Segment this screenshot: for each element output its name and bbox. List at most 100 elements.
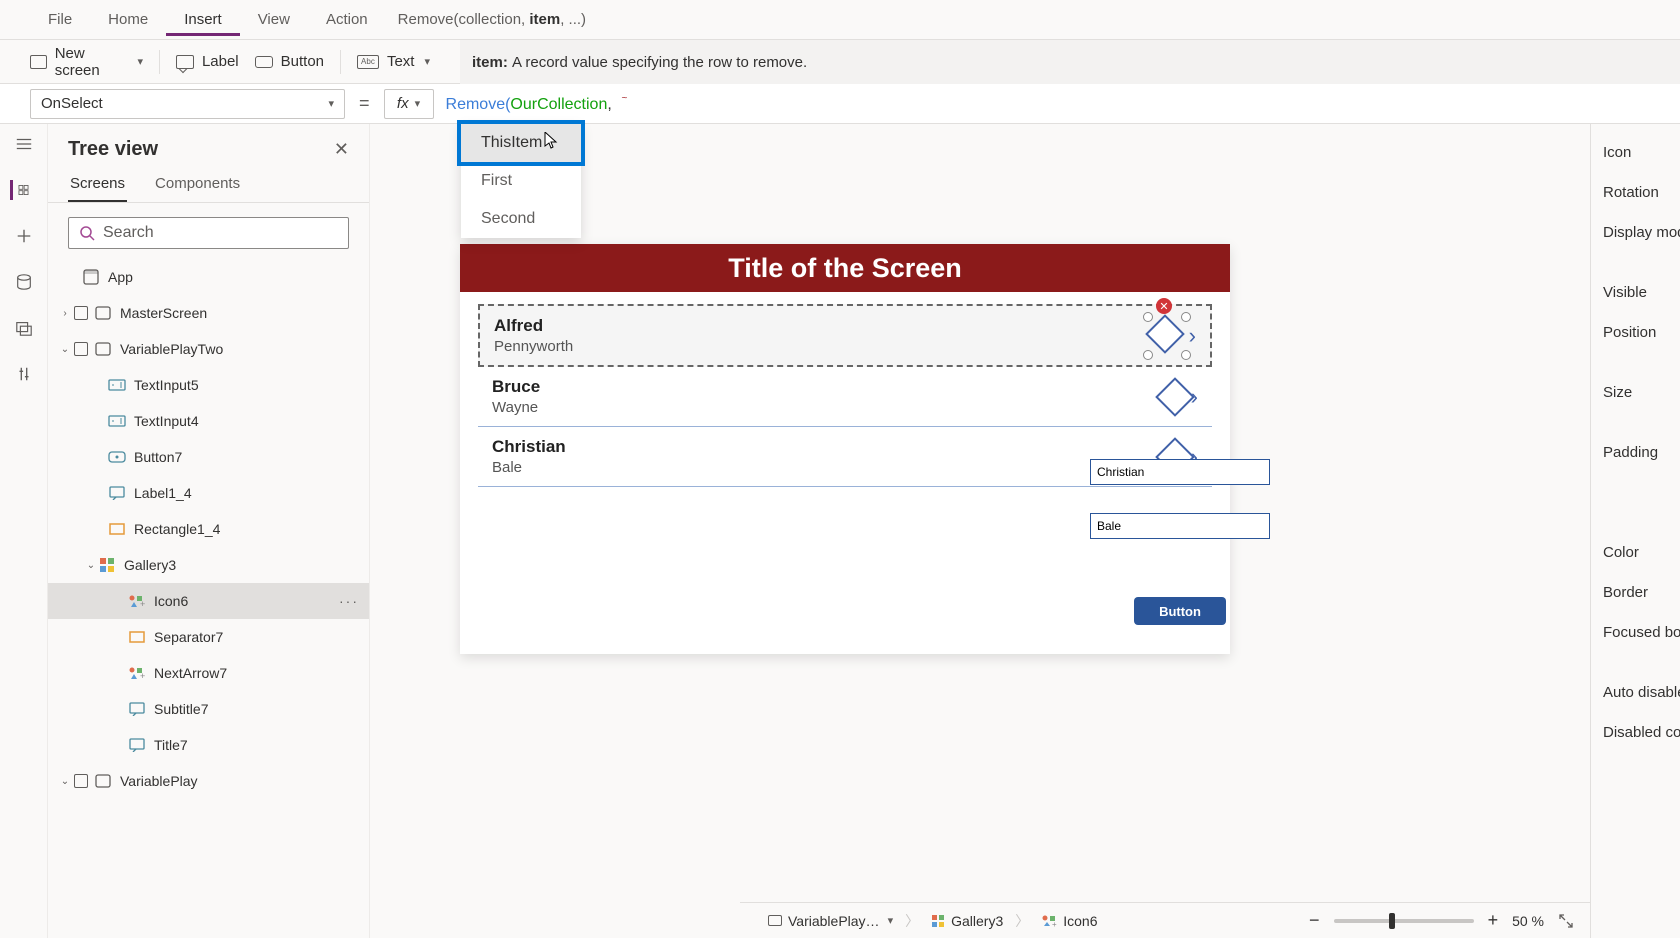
more-icon[interactable]: ···: [339, 593, 359, 609]
svg-text:+: +: [140, 599, 145, 608]
formula-bar: OnSelect ▾ = fx ▾ Remove(OurCollection, …: [0, 84, 1680, 124]
autocomplete-item-thisitem[interactable]: ThisItem: [461, 124, 581, 162]
tree-item[interactable]: › MasterScreen: [48, 295, 369, 331]
tree-toggle-icon[interactable]: ⌄: [84, 560, 98, 571]
gallery-title: Christian: [492, 437, 1202, 457]
breadcrumb[interactable]: + Icon6: [1029, 913, 1109, 929]
zoom-out-button[interactable]: −: [1309, 910, 1320, 931]
checkbox[interactable]: [74, 342, 88, 356]
tab-components[interactable]: Components: [153, 167, 242, 202]
breadcrumb[interactable]: Gallery3: [919, 913, 1015, 929]
rect-icon: [128, 628, 146, 646]
parameter-hint: item: A record value specifying the row …: [460, 40, 1680, 84]
checkbox[interactable]: [74, 306, 88, 320]
tree-item-label: VariablePlay: [120, 773, 198, 789]
tree-item[interactable]: ⌄ VariablePlay: [48, 763, 369, 799]
gallery-row[interactable]: Bruce Wayne ›: [478, 367, 1212, 427]
property-label[interactable]: Color: [1603, 532, 1680, 572]
menu-insert[interactable]: Insert: [166, 3, 240, 36]
ribbon: New screen▾ Label Button Abc Text▾ item:…: [0, 40, 1680, 84]
tree-toggle-icon[interactable]: ›: [58, 308, 72, 319]
autocomplete-item-first[interactable]: First: [461, 162, 581, 200]
property-label[interactable]: Focused bor: [1603, 612, 1680, 652]
property-label[interactable]: Border: [1603, 572, 1680, 612]
tree-item[interactable]: ⌄ Gallery3: [48, 547, 369, 583]
textinput5[interactable]: [1090, 459, 1270, 485]
property-label[interactable]: Size: [1603, 372, 1680, 412]
property-label[interactable]: Padding: [1603, 432, 1680, 472]
label-button[interactable]: Label: [176, 53, 239, 70]
text-button[interactable]: Abc Text▾: [357, 53, 430, 70]
menu-file[interactable]: File: [30, 3, 90, 36]
tree-item-label: Label1_4: [134, 485, 192, 501]
tree-item[interactable]: ⌄ VariablePlayTwo: [48, 331, 369, 367]
menu-action[interactable]: Action: [308, 3, 386, 36]
property-dropdown[interactable]: OnSelect ▾: [30, 89, 345, 119]
tree-toggle-icon[interactable]: ⌄: [58, 776, 72, 787]
fullscreen-icon[interactable]: [1558, 913, 1574, 929]
zoom-in-button[interactable]: +: [1488, 910, 1499, 931]
checkbox[interactable]: [74, 774, 88, 788]
property-label[interactable]: Position: [1603, 312, 1680, 352]
tree-toggle-icon[interactable]: ⌄: [58, 344, 72, 355]
tree-item-label: Separator7: [154, 629, 223, 645]
tree-item[interactable]: TextInput4: [48, 403, 369, 439]
cursor-icon: [544, 132, 558, 150]
icon-icon: +: [128, 592, 146, 610]
tree-item[interactable]: +NextArrow7: [48, 655, 369, 691]
tree-item-label: Rectangle1_4: [134, 521, 220, 537]
tree-item-label: VariablePlayTwo: [120, 341, 223, 357]
tree-item[interactable]: Subtitle7: [48, 691, 369, 727]
tree-item-label: MasterScreen: [120, 305, 207, 321]
fx-button[interactable]: fx ▾: [384, 89, 434, 119]
close-icon[interactable]: ✕: [334, 139, 349, 160]
breadcrumb[interactable]: VariablePlay… ▾: [756, 913, 905, 929]
tab-screens[interactable]: Screens: [68, 167, 127, 202]
data-icon[interactable]: [14, 272, 34, 292]
rect-icon: [108, 520, 126, 538]
gallery-row[interactable]: ✕ Alfred Pennyworth ›: [478, 304, 1212, 367]
fx-icon: fx: [397, 95, 409, 112]
menu-home[interactable]: Home: [90, 3, 166, 36]
tree-view-icon[interactable]: [10, 180, 30, 200]
property-label[interactable]: Disabled col: [1603, 712, 1680, 752]
textinput4[interactable]: [1090, 513, 1270, 539]
formula-input[interactable]: Remove(OurCollection, ~: [434, 94, 1680, 114]
property-label[interactable]: Display mod: [1603, 212, 1680, 252]
app-canvas[interactable]: Title of the Screen ✕ Alfred Pennyworth: [460, 244, 1230, 654]
menu-view[interactable]: View: [240, 3, 308, 36]
formula-signature: Remove(collection, item, ...): [386, 11, 1650, 28]
screen-icon: [94, 304, 112, 322]
new-screen-button[interactable]: New screen▾: [30, 45, 143, 79]
tree-item[interactable]: Title7: [48, 727, 369, 763]
property-label[interactable]: Icon: [1603, 132, 1680, 172]
hamburger-icon[interactable]: [14, 134, 34, 154]
tree-item-label: Gallery3: [124, 557, 176, 573]
equals-sign: =: [345, 93, 384, 114]
property-label[interactable]: Visible: [1603, 272, 1680, 312]
zoom-slider[interactable]: [1334, 919, 1474, 923]
property-label[interactable]: Rotation: [1603, 172, 1680, 212]
tree-item[interactable]: TextInput5: [48, 367, 369, 403]
tree-item[interactable]: App: [48, 259, 369, 295]
settings-icon[interactable]: [14, 364, 34, 384]
button-button[interactable]: Button: [255, 53, 324, 70]
screen-icon: [94, 772, 112, 790]
button7[interactable]: Button: [1134, 597, 1226, 625]
autocomplete-item-second[interactable]: Second: [461, 200, 581, 238]
gallery-title: Alfred: [494, 316, 1200, 336]
tree-item[interactable]: Rectangle1_4: [48, 511, 369, 547]
label-icon: [108, 484, 126, 502]
tree-item[interactable]: Label1_4: [48, 475, 369, 511]
tree-panel: Tree view ✕ Screens Components Search Ap…: [48, 124, 370, 938]
media-icon[interactable]: [14, 318, 34, 338]
gallery[interactable]: ✕ Alfred Pennyworth ›: [460, 292, 1230, 487]
chevron-right-icon[interactable]: ›: [1189, 323, 1196, 349]
tree-item[interactable]: Separator7: [48, 619, 369, 655]
plus-icon[interactable]: [14, 226, 34, 246]
tree-item[interactable]: +Icon6···: [48, 583, 369, 619]
property-label[interactable]: Auto disable: [1603, 672, 1680, 712]
search-input[interactable]: Search: [68, 217, 349, 249]
tree-item[interactable]: Button7: [48, 439, 369, 475]
edit-icon[interactable]: [1155, 377, 1195, 417]
